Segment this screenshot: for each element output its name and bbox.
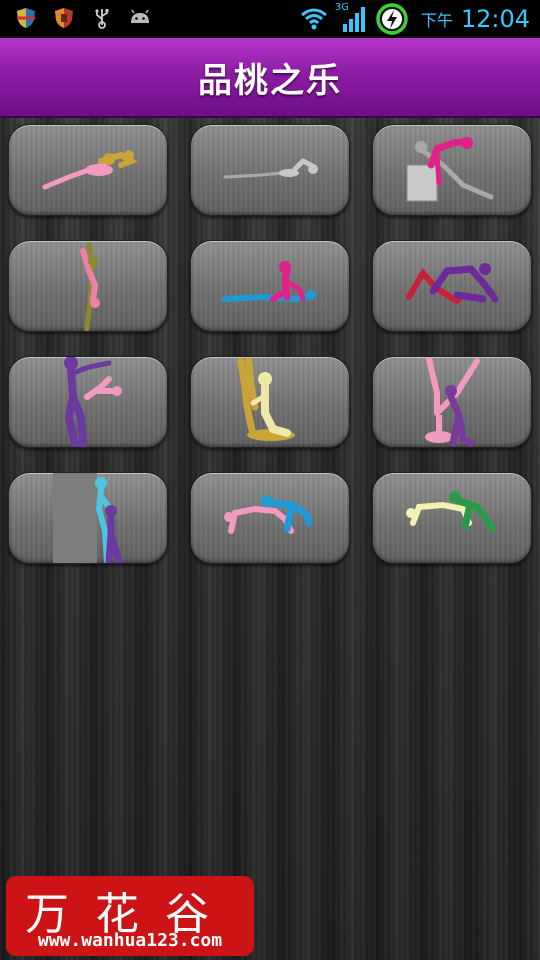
android-icon [128, 6, 152, 30]
pose-tile-4[interactable] [8, 240, 168, 332]
pose-figure-icon [222, 261, 316, 303]
shield-alt-icon [52, 6, 76, 30]
pose-tile-2[interactable] [190, 124, 350, 216]
pose-tile-5[interactable] [190, 240, 350, 332]
notification-icons [14, 6, 152, 30]
pose-figure-icon [53, 473, 123, 563]
network-type-label: 3G [334, 2, 349, 13]
signal-icon: 3G [334, 2, 367, 34]
pose-figure-icon [224, 495, 313, 534]
pose-tile-12[interactable] [372, 472, 532, 564]
pose-figure-icon [406, 137, 494, 202]
pose-tile-10[interactable] [8, 472, 168, 564]
page-title: 品桃之乐 [198, 60, 342, 101]
pose-figure-icon [406, 491, 497, 533]
clock-time: 12:04 [460, 5, 530, 33]
pose-figure-icon [237, 357, 295, 441]
wifi-icon [299, 4, 329, 34]
pose-tile-6[interactable] [372, 240, 532, 332]
pose-tile-7[interactable] [8, 356, 168, 448]
pose-grid [8, 124, 532, 564]
clock-ampm: 下午 [420, 11, 453, 30]
pose-figure-icon [42, 150, 138, 190]
watermark-url: www.wanhua123.com [37, 930, 223, 951]
pose-figure-icon [425, 357, 480, 447]
pose-tile-1[interactable] [8, 124, 168, 216]
pose-tile-11[interactable] [190, 472, 350, 564]
pose-tile-9[interactable] [372, 356, 532, 448]
pose-figure-icon [223, 157, 318, 179]
pose-tile-3[interactable] [372, 124, 532, 216]
title-bar: 品桃之乐 [0, 38, 540, 118]
shield-icon [14, 6, 38, 30]
pose-figure-icon [64, 357, 122, 447]
usb-icon [90, 6, 114, 30]
pose-tile-8[interactable] [190, 356, 350, 448]
pose-figure-icon [406, 263, 499, 304]
battery-charging-icon [375, 2, 409, 36]
status-bar: 3G 下午 12:04 [0, 0, 540, 38]
watermark-logo: 万花谷 www.wanhua123.com [6, 876, 254, 956]
pose-figure-icon [80, 242, 100, 331]
